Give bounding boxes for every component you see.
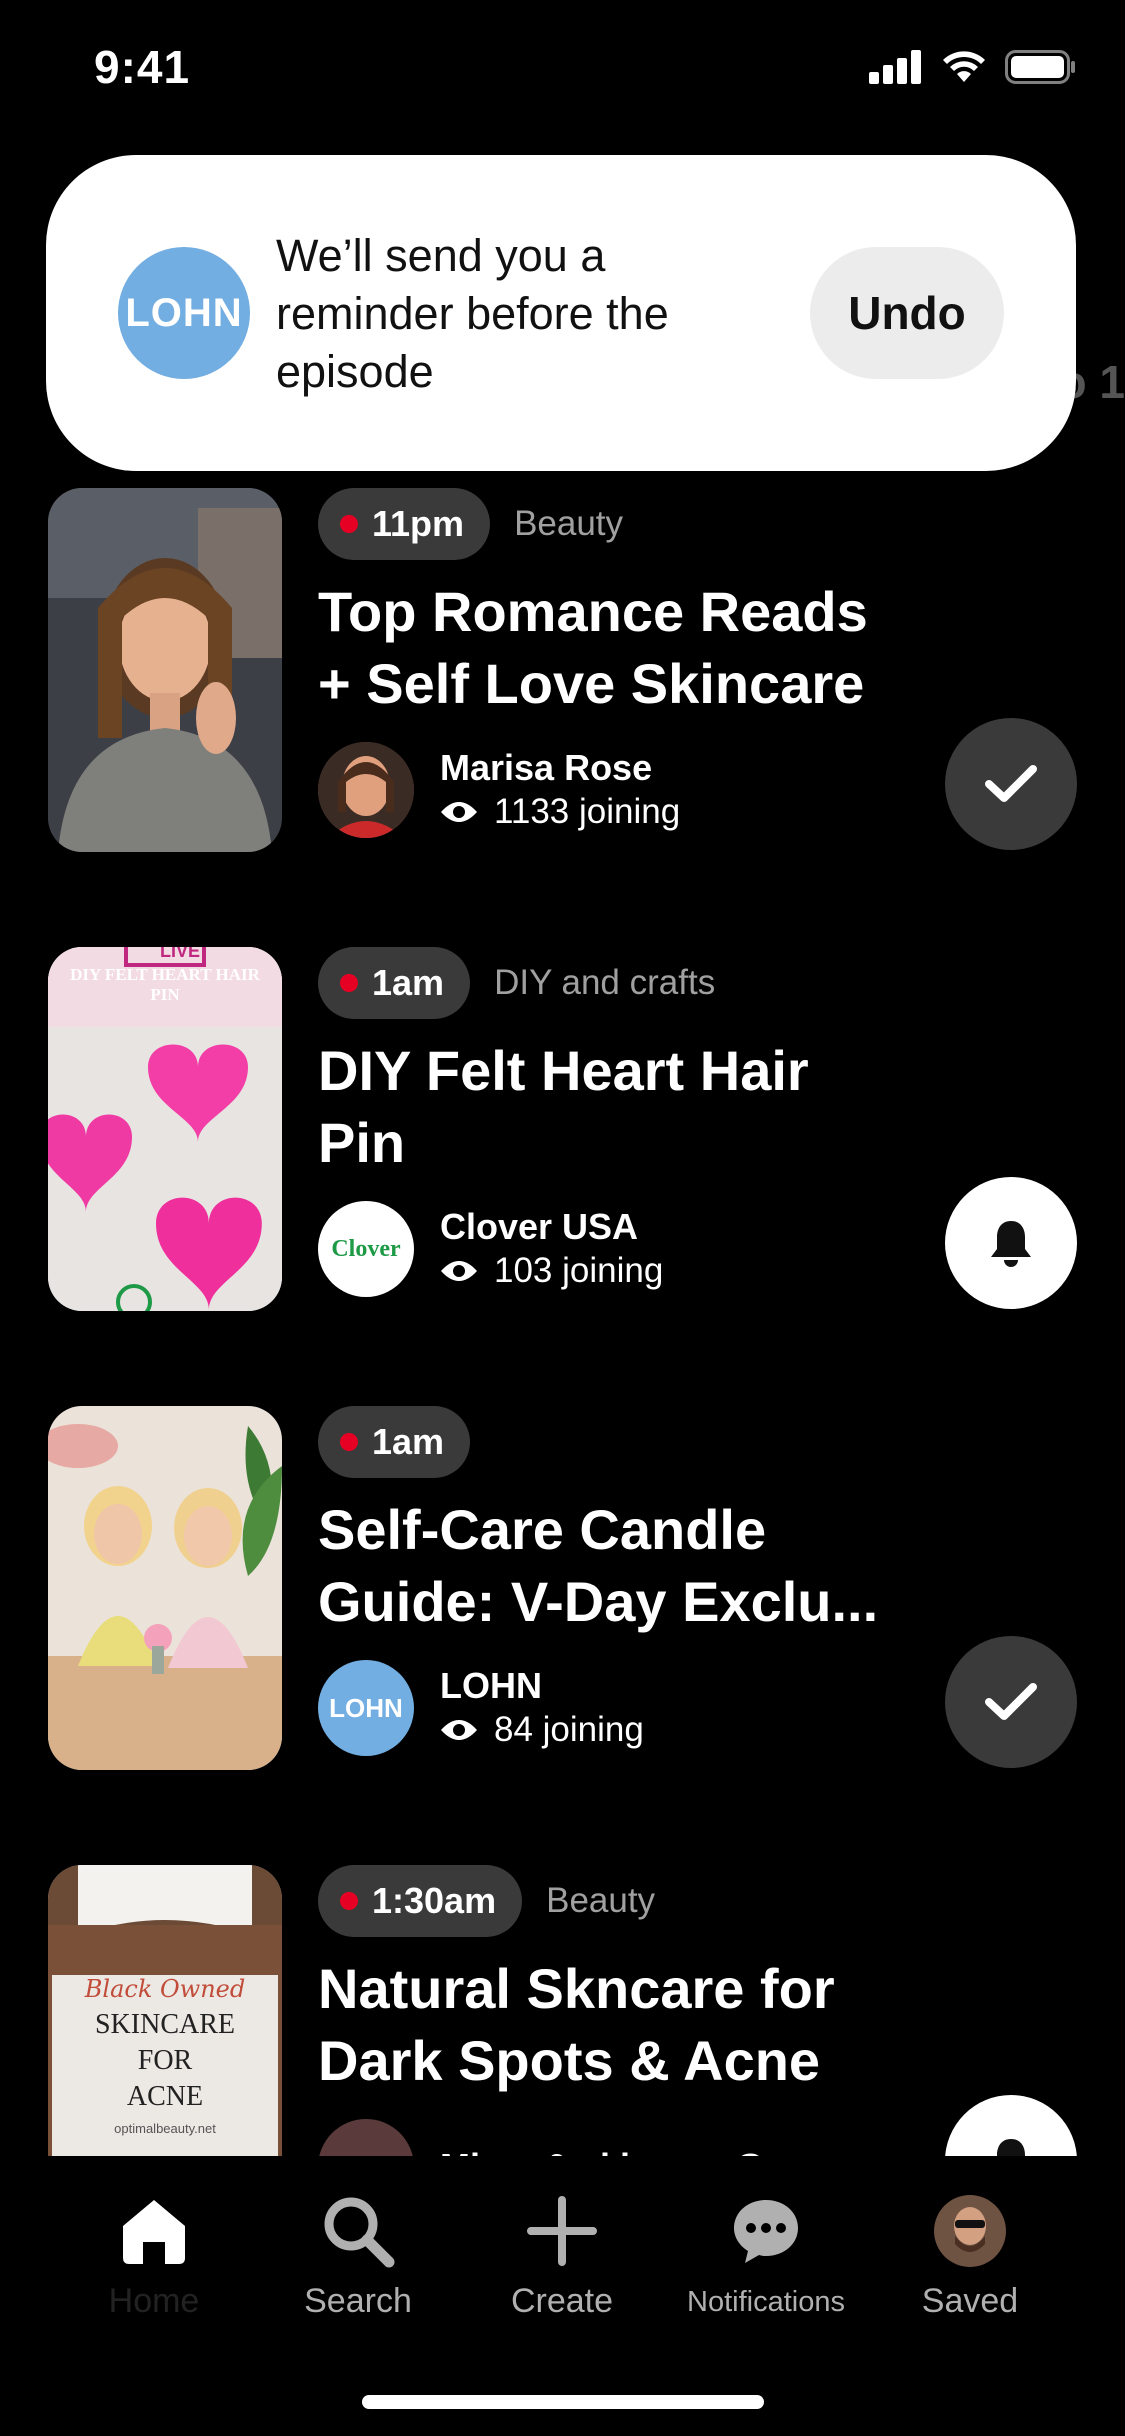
time-pill: 11pm <box>318 488 491 560</box>
eye-icon <box>441 1261 477 1281</box>
thumb-live-label: LIVE <box>160 947 201 961</box>
joining-count: 84 joining <box>440 1708 644 1752</box>
host-avatar[interactable] <box>318 2119 414 2156</box>
episode-feed[interactable]: 11pm Beauty Top Romance Reads + Self Lov… <box>0 480 1125 2156</box>
episode-meta: 1:30am Beauty <box>318 1865 655 1937</box>
nav-create[interactable]: Create <box>462 2186 662 2321</box>
host-name: Clover USA <box>440 1206 639 1247</box>
lohn-avatar: LOHN <box>118 247 250 379</box>
eye-icon <box>441 802 477 822</box>
episode-host[interactable]: Clover Clover USA 103 joining <box>318 1201 663 1297</box>
nav-create-label: Create <box>510 2282 614 2320</box>
time-pill: 1am <box>318 1406 471 1478</box>
time-pill: 1:30am <box>318 1865 523 1937</box>
undo-button[interactable]: Undo <box>810 247 1004 379</box>
wifi-icon <box>943 51 985 82</box>
nav-saved[interactable]: Saved <box>870 2186 1070 2321</box>
episode-meta: 11pm Beauty <box>318 488 623 560</box>
host-name: Mkup & skincare Guru <box>440 2145 822 2156</box>
episode-thumbnail[interactable] <box>48 488 282 852</box>
episode-thumbnail[interactable] <box>48 1406 282 1770</box>
host-name: Marisa Rose <box>440 747 653 788</box>
episode-title[interactable]: Natural Skncare for Dark Spots & Acne <box>318 1953 908 2097</box>
nav-search-label: Search <box>304 2282 412 2320</box>
episode-item[interactable]: LIVE DIY FELT HEART HAIR PIN 1am DIY and… <box>0 939 1125 1339</box>
battery-icon <box>1005 50 1075 84</box>
episode-meta: 1am DIY and crafts <box>318 947 715 1019</box>
joining-count: 1133 joining <box>440 790 680 834</box>
home-indicator <box>362 2395 764 2409</box>
reminder-set-button[interactable] <box>945 1636 1077 1768</box>
episode-time: 1:30am <box>372 1880 497 1921</box>
home-icon <box>123 2200 185 2264</box>
episode-category: Beauty <box>514 504 624 543</box>
episode-category: DIY and crafts <box>494 963 716 1002</box>
episode-time: 11pm <box>372 503 465 544</box>
reminder-toast: LOHN We’ll send you a reminder before th… <box>46 155 1076 471</box>
eye-icon <box>441 1720 477 1740</box>
host-name: LOHN <box>440 1665 542 1706</box>
episode-host[interactable]: LOHN LOHN 84 joining <box>318 1660 644 1756</box>
host-avatar[interactable]: LOHN <box>318 1660 414 1756</box>
nav-notifications[interactable]: Notifications <box>666 2186 866 2319</box>
episode-title[interactable]: DIY Felt Heart Hair Pin <box>318 1035 908 1179</box>
toast-message: We’ll send you a reminder before the epi… <box>276 230 669 397</box>
bell-icon <box>991 1221 1031 1267</box>
remind-me-button[interactable] <box>945 2095 1077 2156</box>
bell-icon <box>997 2139 1025 2156</box>
status-bar: 9:41 <box>0 0 1125 140</box>
thumb-url: optimalbeauty.net <box>114 2121 216 2136</box>
chat-bubble-icon <box>734 2200 798 2263</box>
host-avatar[interactable] <box>318 742 414 838</box>
status-icons <box>869 50 1077 84</box>
nav-home-label: Home <box>108 2282 200 2320</box>
joining-text: 84 joining <box>494 1710 644 1749</box>
episode-item[interactable]: 11pm Beauty Top Romance Reads + Self Lov… <box>0 480 1125 880</box>
joining-text: 1133 joining <box>494 792 681 831</box>
episode-title[interactable]: Top Romance Reads + Self Love Skincare <box>318 576 908 720</box>
thumb-script: Black Owned <box>84 1975 246 2003</box>
search-icon <box>324 2197 395 2268</box>
episode-host[interactable]: Mkup & skincare Guru <box>318 2119 822 2156</box>
joining-text: 103 joining <box>494 1251 664 1290</box>
episode-time: 1am <box>372 962 445 1003</box>
thumb-line-1: SKINCARE <box>94 2009 235 2040</box>
thumb-line-2: FOR <box>137 2045 193 2076</box>
reminder-set-button[interactable] <box>945 718 1077 850</box>
episode-category: Beauty <box>546 1881 656 1920</box>
clover-logo: Clover <box>331 1235 401 1262</box>
host-avatar[interactable]: Clover <box>318 1201 414 1297</box>
time-pill: 1am <box>318 947 471 1019</box>
thumb-title: DIY FELT HEART HAIR PIN <box>70 965 260 1004</box>
episode-host[interactable]: Marisa Rose 1133 joining <box>318 742 680 838</box>
nav-search[interactable]: Search <box>258 2186 458 2321</box>
live-dot <box>340 974 358 992</box>
joining-count: 103 joining <box>440 1249 663 1293</box>
episode-item[interactable]: Black Owned SKINCARE FOR ACNE optimalbea… <box>0 1857 1125 2156</box>
plus-icon <box>527 2196 597 2266</box>
episode-time: 1am <box>372 1421 445 1462</box>
bottom-nav: Home Search Create Notifications Saved <box>0 2156 1125 2436</box>
cellular-signal-icon <box>869 50 921 84</box>
lohn-logo: LOHN <box>329 1692 403 1723</box>
episode-title[interactable]: Self-Care Candle Guide: V-Day Exclu... <box>318 1494 908 1638</box>
remind-me-button[interactable] <box>945 1177 1077 1309</box>
nav-home[interactable]: Home <box>54 2186 254 2321</box>
nav-saved-label: Saved <box>921 2282 1019 2320</box>
live-dot <box>340 515 358 533</box>
nav-notifications-label: Notifications <box>687 2286 845 2318</box>
episode-thumbnail[interactable]: LIVE DIY FELT HEART HAIR PIN <box>48 947 282 1311</box>
live-dot <box>340 1433 358 1451</box>
episode-item[interactable]: 1am Self-Care Candle Guide: V-Day Exclu.… <box>0 1398 1125 1798</box>
status-time: 9:41 <box>94 41 191 93</box>
checkmark-icon <box>985 765 1037 802</box>
episode-meta: 1am <box>318 1406 471 1478</box>
live-dot <box>340 1892 358 1910</box>
thumb-line-3: ACNE <box>126 2081 204 2112</box>
episode-thumbnail[interactable]: Black Owned SKINCARE FOR ACNE optimalbea… <box>48 1865 282 2156</box>
checkmark-icon <box>985 1683 1037 1720</box>
profile-avatar <box>934 2195 1006 2267</box>
